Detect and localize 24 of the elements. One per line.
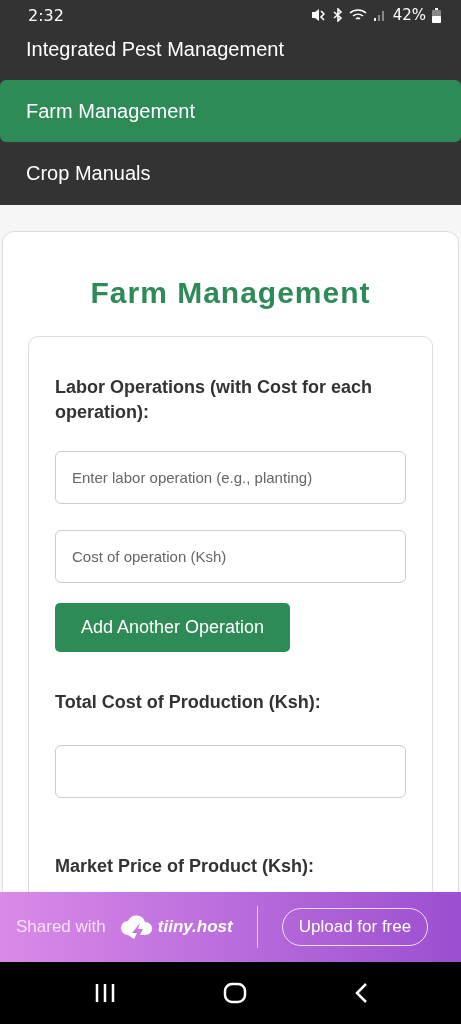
field-label: Total Cost of Production (Ksh): [55,691,321,714]
field-label: Labor Operations (with Cost for each operation): [55,376,374,424]
cost-input[interactable]: Cost of operation (Ksh) [55,530,406,583]
recent-apps-icon[interactable] [93,983,116,1003]
shared-with-text: Shared with [16,917,106,937]
total-cost-input[interactable] [55,745,406,798]
add-operation-button[interactable]: Add Another Operation [55,603,291,652]
nav-item[interactable]: Crop Manuals [0,142,461,204]
battery-icon [432,7,441,23]
signal-icon [372,8,387,22]
back-icon[interactable] [353,982,368,1004]
brand-name: tiiny.host [157,917,233,937]
field-label: Market Price of Product (Ksh): [55,855,315,878]
wifi-icon [348,8,367,22]
home-icon[interactable] [222,982,247,1004]
page-title: Farm Management [89,276,372,310]
nav-item[interactable]: Integrated Pest Management [0,30,461,80]
operation-input[interactable]: Enter labor operation (e.g., planting) [55,451,406,504]
nav-item[interactable]: Farm Management [0,80,461,142]
cloud-bolt-icon [119,913,154,941]
battery-percent: 42% [392,6,426,24]
bluetooth-icon [332,8,343,22]
mute-icon [310,8,327,22]
status-time: 2:32 [28,5,64,25]
